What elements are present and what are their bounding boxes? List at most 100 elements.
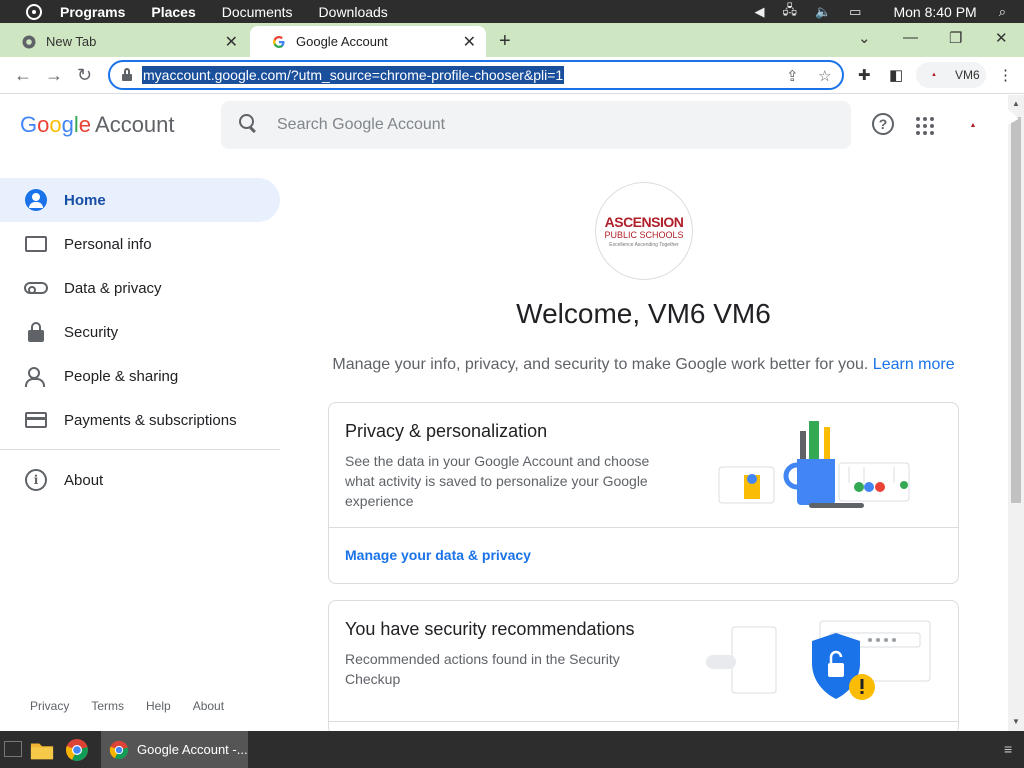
google-wordmark: Google [20, 112, 92, 137]
search-icon[interactable]: ⌕ [999, 4, 1006, 20]
os-menu-downloads[interactable]: Downloads [319, 4, 388, 20]
security-recommendations-card[interactable]: You have security recommendations Recomm… [328, 600, 959, 735]
privacy-illustration [718, 421, 910, 508]
profile-name: VM6 [955, 68, 980, 82]
os-menu-icon[interactable] [26, 3, 42, 20]
taskbar-window-google-account[interactable]: Google Account -... [101, 731, 248, 768]
address-bar[interactable]: myaccount.google.com/?utm_source=chrome-… [108, 60, 844, 90]
footer-link-privacy[interactable]: Privacy [30, 699, 69, 713]
profile-chip[interactable]: ▲ VM6 [916, 62, 986, 88]
sidebar-item-payments[interactable]: Payments & subscriptions [0, 398, 280, 442]
sidebar-item-label: People & sharing [64, 367, 179, 385]
sidebar-item-label: About [64, 471, 104, 489]
card-description: See the data in your Google Account and … [345, 453, 650, 509]
learn-more-link[interactable]: Learn more [873, 356, 955, 373]
google-g-icon [272, 35, 286, 49]
tab-title: New Tab [46, 34, 97, 49]
welcome-subtitle: Manage your info, privacy, and security … [328, 356, 959, 374]
sidebar-item-data-privacy[interactable]: Data & privacy [0, 266, 280, 310]
google-apps-icon[interactable] [916, 117, 934, 135]
manage-data-privacy-link[interactable]: Manage your data & privacy [345, 547, 531, 563]
org-logo-line1: ASCENSION [604, 214, 684, 230]
browser-tab-strip: New Tab ✕ Google Account ✕ + ⌄ — ❐ ✕ [0, 23, 1024, 57]
bookmark-star-icon[interactable]: ☆ [818, 67, 831, 85]
sidebar-item-security[interactable]: Security [0, 310, 280, 354]
footer-link-about[interactable]: About [193, 699, 224, 713]
org-logo-line2: PUBLIC SCHOOLS [604, 230, 684, 240]
google-account-logo[interactable]: Google Account [20, 112, 175, 138]
os-menu-programs[interactable]: Programs [60, 4, 125, 20]
tab-search-chevron-icon[interactable]: ⌄ [858, 29, 871, 47]
url-text[interactable]: myaccount.google.com/?utm_source=chrome-… [142, 66, 565, 84]
credit-card-icon [24, 408, 48, 432]
sidebar-item-people-sharing[interactable]: People & sharing [0, 354, 280, 398]
sidebar-item-about[interactable]: i About [0, 458, 280, 502]
help-icon[interactable]: ? [872, 113, 894, 135]
share-icon[interactable]: ⇪ [786, 67, 799, 85]
tab-google-account[interactable]: Google Account ✕ [250, 26, 486, 57]
volume-icon[interactable]: 🔈 [815, 4, 831, 20]
chrome-icon[interactable] [65, 738, 89, 762]
side-panel-icon[interactable]: ◧ [889, 66, 903, 84]
sidebar-item-personal-info[interactable]: Personal info [0, 222, 280, 266]
browser-toolbar: ← → ↻ myaccount.google.com/?utm_source=c… [0, 57, 1024, 94]
welcome-heading: Welcome, VM6 VM6 [516, 298, 771, 329]
card-separator [329, 721, 958, 722]
lock-icon [24, 320, 48, 344]
card-separator [329, 527, 958, 528]
scroll-up-arrow-icon[interactable]: ▲ [1012, 99, 1020, 108]
search-input[interactable] [277, 113, 817, 137]
scroll-down-arrow-icon[interactable]: ▼ [1012, 717, 1020, 726]
sidebar-item-label: Payments & subscriptions [64, 411, 237, 429]
page-scrollbar[interactable]: ▲ ▼ [1008, 95, 1024, 731]
account-avatar[interactable]: ▲ [955, 115, 991, 135]
os-top-panel: Programs Places Documents Downloads ◀ 🖧 … [0, 0, 1024, 23]
os-menu-documents[interactable]: Documents [222, 4, 293, 20]
display-icon[interactable]: ▭ [849, 4, 861, 20]
show-desktop-icon[interactable] [4, 741, 22, 757]
lock-icon[interactable] [122, 68, 132, 82]
network-icon[interactable]: 🖧 [782, 1, 797, 23]
subtitle-text: Manage your info, privacy, and security … [332, 356, 869, 373]
os-taskbar: Google Account -... ≡ [0, 731, 1024, 768]
extensions-puzzle-icon[interactable]: ✚ [858, 66, 871, 84]
tab-title: Google Account [296, 34, 388, 49]
people-icon [24, 364, 48, 388]
arrow-left-icon[interactable]: ◀ [754, 4, 764, 20]
tab-new-tab[interactable]: New Tab ✕ [0, 26, 248, 57]
sidebar-divider [0, 449, 280, 450]
forward-arrow-icon[interactable]: → [45, 65, 63, 86]
back-arrow-icon[interactable]: ← [14, 65, 32, 86]
footer-links: Privacy Terms Help About [30, 699, 246, 713]
search-box[interactable] [221, 101, 851, 149]
minimize-icon[interactable]: — [903, 29, 918, 46]
new-tab-plus-icon[interactable]: + [499, 30, 511, 53]
card-title: You have security recommendations [345, 619, 635, 639]
organization-logo[interactable]: ASCENSION PUBLIC SCHOOLS Excellence Asce… [595, 182, 693, 280]
file-manager-folder-icon[interactable] [30, 738, 54, 762]
more-menu-icon[interactable]: ⋮ [998, 66, 1013, 84]
footer-link-help[interactable]: Help [146, 699, 171, 713]
search-icon[interactable] [239, 114, 259, 134]
taskbar-menu-icon[interactable]: ≡ [1004, 741, 1012, 757]
card-title: Privacy & personalization [345, 421, 548, 441]
sidebar-item-home[interactable]: Home [0, 178, 280, 222]
taskbar-window-title: Google Account -... [137, 742, 248, 757]
scrollbar-thumb[interactable] [1011, 117, 1021, 503]
close-window-icon[interactable]: ✕ [995, 29, 1008, 47]
id-card-icon [24, 232, 48, 256]
info-icon: i [24, 468, 48, 492]
privacy-card[interactable]: Privacy & personalization See the data i… [328, 402, 959, 584]
reload-icon[interactable]: ↻ [77, 65, 92, 86]
os-clock[interactable]: Mon 8:40 PM [893, 4, 976, 20]
org-logo-tagline: Excellence Ascending Together [609, 242, 679, 248]
chrome-icon [109, 740, 129, 759]
close-tab-icon[interactable]: ✕ [463, 32, 476, 52]
sidebar-item-label: Data & privacy [64, 279, 162, 297]
close-tab-icon[interactable]: ✕ [225, 32, 238, 52]
toggle-icon [24, 276, 48, 300]
footer-link-terms[interactable]: Terms [91, 699, 124, 713]
maximize-icon[interactable]: ❐ [949, 29, 962, 47]
os-menu-places[interactable]: Places [151, 4, 195, 20]
chrome-icon [22, 35, 36, 49]
